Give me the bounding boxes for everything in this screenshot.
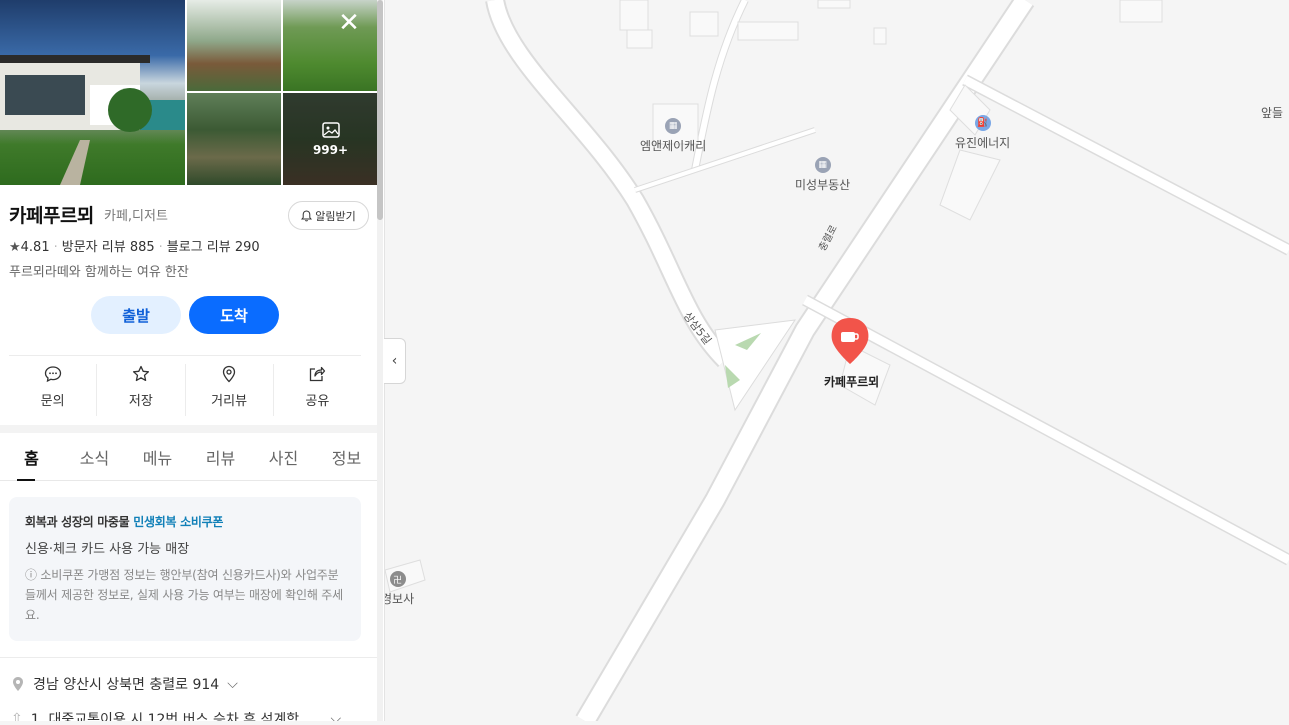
save-button[interactable]: 저장 [97,364,186,416]
poi-emj[interactable]: ▦ 엠앤제이캐리 [640,118,706,154]
arrive-button[interactable]: 도착 [189,296,279,334]
chevron-down-icon: ⌵ [227,676,238,692]
divider [9,355,361,356]
tab-reviews[interactable]: 리뷰 [189,433,252,480]
action-label: 공유 [305,394,330,409]
place-panel: 999+ ✕ 카페푸르뫼 카페,디저트 알림받기 ★4.81 · 방문자 리뷰 88… [0,0,385,721]
collapse-panel-button[interactable]: ‹ [384,338,406,384]
building-icon: ▦ [665,118,682,134]
image-icon [321,122,340,138]
close-icon[interactable]: ✕ [336,10,362,36]
action-label: 거리뷰 [211,394,248,409]
photo-garden[interactable] [283,0,378,91]
coupon-subtitle: 신용·체크 카드 사용 가능 매장 [25,542,190,557]
depart-button[interactable]: 출발 [91,296,181,334]
map-area-label: 앞들 [1261,106,1284,120]
notify-button[interactable]: 알림받기 [288,201,369,230]
address-row[interactable]: 경남 양산시 상북면 충렬로 914 ⌵ [11,674,238,694]
place-name: 카페푸르뫼 [9,205,94,227]
coupon-note: ⓘ 소비쿠폰 가맹점 정보는 행안부(참여 신용카드사)와 사업주분들께서 제공… [25,565,345,625]
place-marker-label: 카페푸르뫼 [824,375,880,389]
photo-more-overlay: 999+ [283,93,378,185]
photo-more[interactable]: 999+ [283,93,378,185]
star-icon [132,365,149,382]
action-label: 문의 [40,394,65,409]
poi-label: 경보사 [381,592,415,606]
stats-row: ★4.81 · 방문자 리뷰 885 · 블로그 리뷰 290 [9,240,260,255]
title-row: 카페푸르뫼 카페,디저트 알림받기 [9,201,369,230]
chat-bubble-icon [44,366,61,383]
gas-station-icon: ⛽ [974,115,991,131]
coupon-title-prefix: 회복과 성장의 마중물 [25,515,134,529]
photo-count: 999+ [312,143,349,157]
tab-home[interactable]: 홈 [0,433,63,481]
address-text: 경남 양산시 상북면 충렬로 914 [33,677,220,693]
rating-value: 4.81 [20,240,50,255]
poi-label: 엠앤제이캐리 [640,139,707,153]
route-icon: ⇧ [11,711,23,721]
location-pin-icon [13,677,23,691]
action-label: 저장 [128,394,153,409]
poi-gyeongbosa[interactable]: 卍 경보사 [381,571,414,607]
poi-label: 미성부동산 [795,178,851,192]
photo-building [0,55,185,185]
place-category: 카페,디저트 [104,209,168,224]
route-row[interactable]: ⇧ 1. 대중교통이용 시 12번 버스 승차 후 석계학... ⌵ [11,709,341,721]
map-canvas[interactable]: ▦ 엠앤제이캐리 ⛽ 유진에너지 ▦ 미성부동산 앞들 卍 경보사 상삼5길 충… [381,0,1289,725]
chevron-left-icon: ‹ [391,353,398,369]
poi-misung[interactable]: ▦ 미성부동산 [795,157,850,193]
photo-greenhouse[interactable] [187,0,281,91]
street-view-button[interactable]: 거리뷰 [186,364,274,416]
temple-icon: 卍 [389,571,406,587]
chevron-down-icon: ⌵ [330,711,342,721]
poi-label: 유진에너지 [955,136,1011,150]
info-icon: ⓘ [25,568,41,582]
cafe-marker-icon[interactable] [832,318,868,364]
share-icon [310,366,326,382]
section-separator [0,425,378,433]
tab-info[interactable]: 정보 [315,433,378,480]
building-icon: ▦ [814,157,831,173]
tab-news[interactable]: 소식 [63,433,126,480]
tab-bar: 홈 소식 메뉴 리뷰 사진 정보 [0,433,378,481]
poi-yujin[interactable]: ⛽ 유진에너지 [955,115,1010,151]
tab-photos[interactable]: 사진 [252,433,315,480]
blog-reviews-link[interactable]: 블로그 리뷰 290 [167,240,260,255]
inquiry-button[interactable]: 문의 [9,364,98,416]
coupon-note-text: 소비쿠폰 가맹점 정보는 행안부(참여 신용카드사)와 사업주분들께서 제공한 … [25,568,343,622]
photo-interior[interactable] [187,93,281,185]
action-bar: 문의 저장 거리뷰 공유 [9,364,361,416]
share-button[interactable]: 공유 [274,364,361,416]
notify-label: 알림받기 [315,209,356,223]
photo-main[interactable] [0,0,185,185]
coupon-title-highlight: 민생회복 소비쿠폰 [133,515,224,529]
place-description: 푸르뫼라떼와 함께하는 여유 한잔 [9,265,189,280]
route-text: 1. 대중교통이용 시 12번 버스 승차 후 석계학... [30,712,313,721]
coupon-card: 회복과 성장의 마중물 민생회복 소비쿠폰 신용·체크 카드 사용 가능 매장 … [9,497,361,641]
star-icon: ★ [9,240,21,255]
panel-scroll-thumb[interactable] [377,0,383,220]
location-pin-icon [222,365,236,383]
coupon-title: 회복과 성장의 마중물 민생회복 소비쿠폰 [25,513,345,530]
photo-grid: 999+ ✕ [0,0,378,185]
tab-menu[interactable]: 메뉴 [126,433,189,480]
bell-icon [301,209,313,221]
divider [0,657,378,658]
visitor-reviews-link[interactable]: 방문자 리뷰 885 [62,240,155,255]
